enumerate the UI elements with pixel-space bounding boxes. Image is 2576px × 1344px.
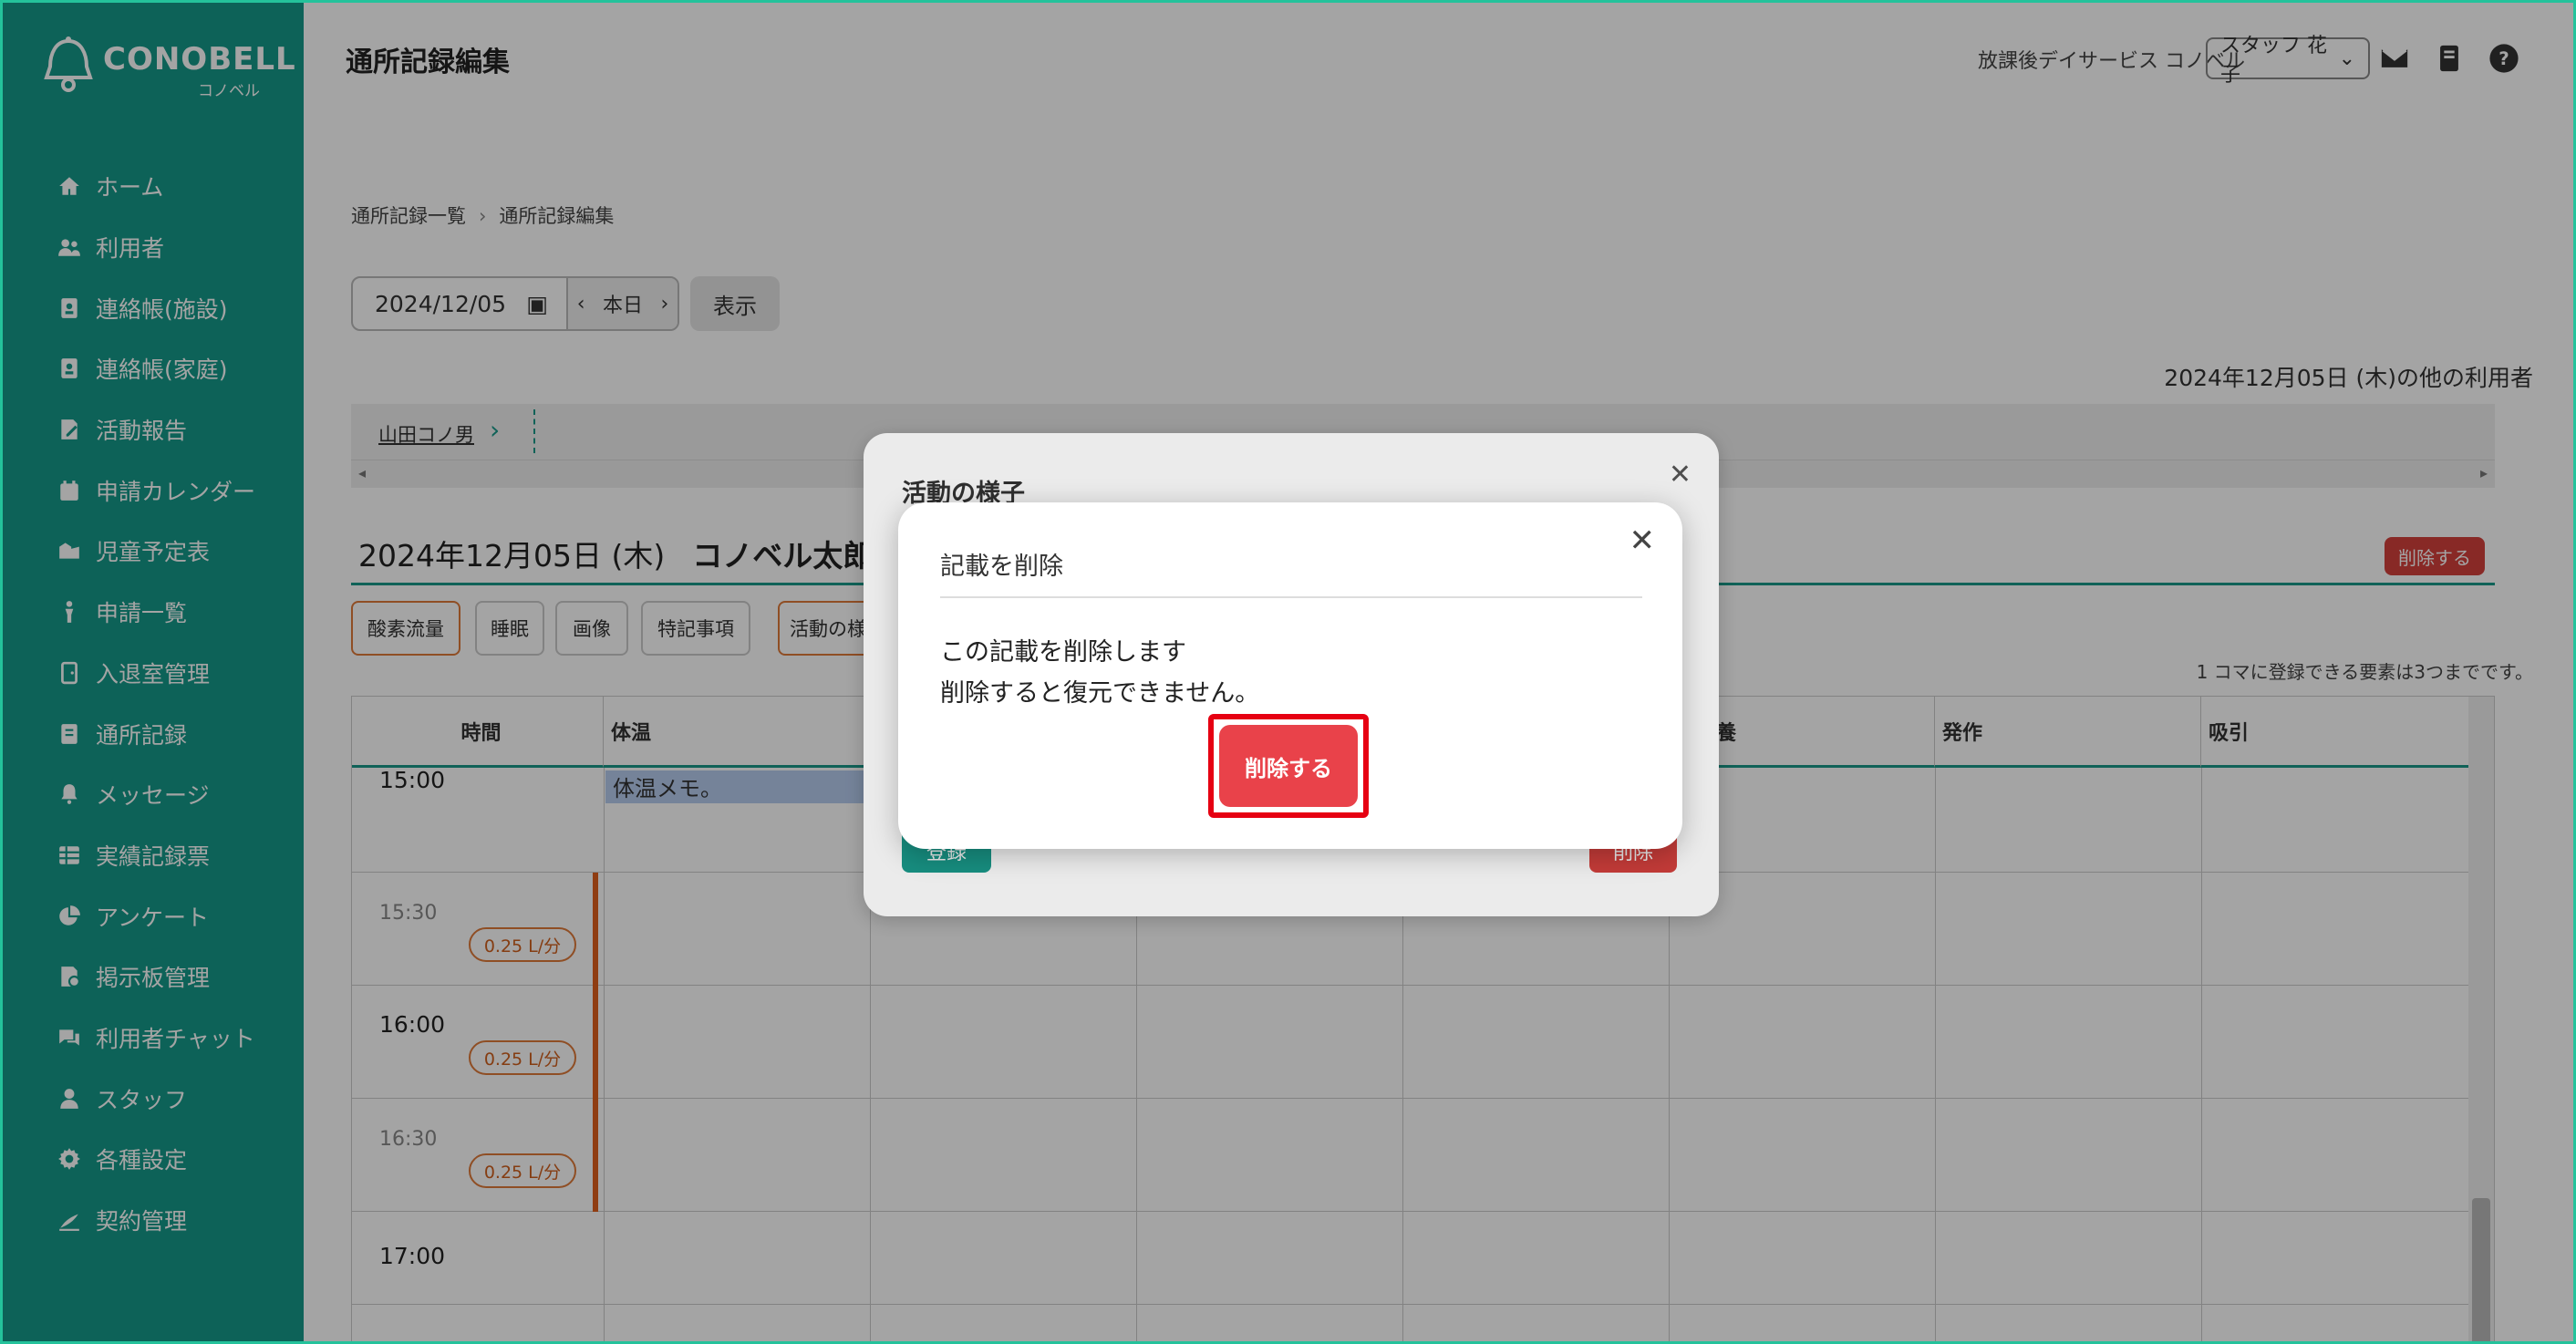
confirm-message: この記載を削除します削除すると復元できません。: [940, 632, 1259, 714]
divider: [940, 596, 1642, 598]
confirm-delete-button[interactable]: 削除する: [1219, 725, 1358, 807]
confirm-delete-modal: 記載を削除 ✕ この記載を削除します削除すると復元できません。 削除する: [898, 502, 1682, 849]
modal-title: 記載を削除: [940, 553, 1063, 581]
confirm-line: 削除すると復元できません。: [940, 679, 1260, 708]
app-frame: CONOBELL コノベル ホーム 利用者 連絡帳(施設) 連絡帳(家庭) 活動報告 申請…: [0, 0, 2576, 1344]
close-icon[interactable]: ✕: [1629, 522, 1656, 559]
confirm-line: この記載を削除します: [940, 638, 1186, 667]
highlight-box: 削除する: [1208, 714, 1369, 818]
